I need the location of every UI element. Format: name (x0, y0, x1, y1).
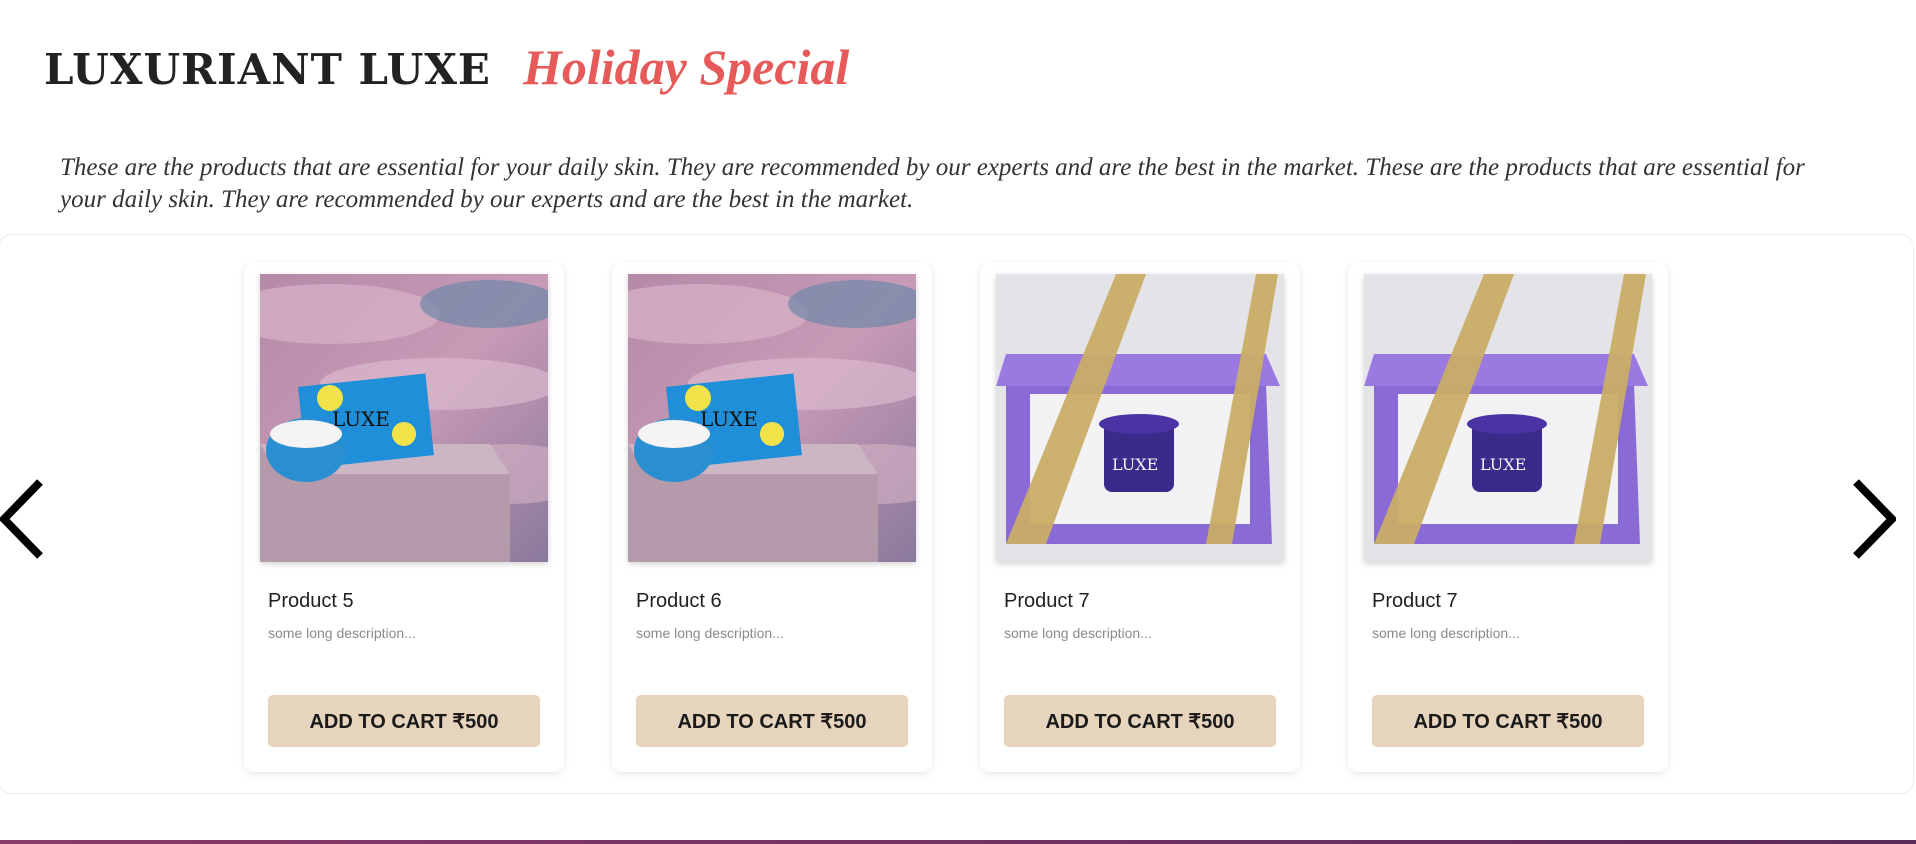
chevron-right-icon (1853, 479, 1896, 559)
add-to-cart-button[interactable]: ADD TO CART ₹500 (268, 695, 540, 747)
product-name[interactable]: Product 6 (636, 590, 722, 613)
svg-text:LUXE: LUXE (700, 407, 758, 431)
product-description: some long description... (1372, 625, 1520, 641)
intro-description: These are the products that are essentia… (60, 154, 1805, 213)
brand-title: LUXURIANT LUXE (44, 45, 491, 94)
product-image[interactable]: LUXE (1364, 274, 1652, 562)
product-image[interactable]: LUXE (260, 274, 548, 562)
page-subtitle: Holiday Special (522, 39, 850, 95)
chevron-left-icon (0, 479, 43, 559)
product-description: some long description... (636, 625, 784, 641)
add-to-cart-button[interactable]: ADD TO CART ₹500 (1004, 695, 1276, 747)
carousel-prev-button[interactable] (0, 478, 46, 560)
product-card: LUXE Product 7 some long description... … (980, 262, 1300, 772)
carousel-next-button[interactable] (1850, 478, 1896, 560)
add-to-cart-button[interactable]: ADD TO CART ₹500 (636, 695, 908, 747)
product-name[interactable]: Product 7 (1004, 590, 1090, 613)
page-header: LUXURIANT LUXE Holiday Special (44, 38, 849, 98)
svg-text:LUXE: LUXE (1112, 455, 1158, 474)
svg-text:LUXE: LUXE (1480, 455, 1526, 474)
product-name[interactable]: Product 5 (268, 590, 354, 613)
product-card: LUXE Product 6 some long description... … (612, 262, 932, 772)
product-description: some long description... (1004, 625, 1152, 641)
page-bottom-divider (0, 840, 1916, 844)
add-to-cart-button[interactable]: ADD TO CART ₹500 (1372, 695, 1644, 747)
product-card: LUXE Product 5 some long description... … (244, 262, 564, 772)
product-name[interactable]: Product 7 (1372, 590, 1458, 613)
svg-text:LUXE: LUXE (332, 407, 390, 431)
product-image[interactable]: LUXE (996, 274, 1284, 562)
product-description: some long description... (268, 625, 416, 641)
product-image[interactable]: LUXE (628, 274, 916, 562)
product-card: LUXE Product 7 some long description... … (1348, 262, 1668, 772)
